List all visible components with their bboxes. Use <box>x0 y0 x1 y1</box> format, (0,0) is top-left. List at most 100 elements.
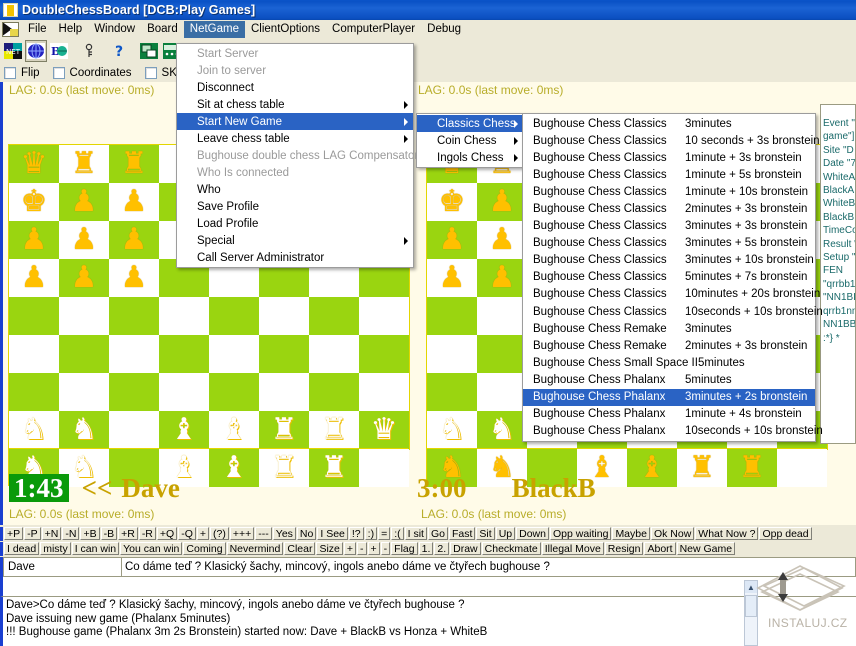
chess-piece[interactable]: ♟ <box>477 259 527 297</box>
quickchat-button[interactable]: Opp waiting <box>550 527 611 540</box>
quickchat-button[interactable]: Abort <box>644 542 675 555</box>
chess-piece[interactable]: ♟ <box>427 221 477 259</box>
quickchat-button[interactable]: Sit <box>476 527 494 540</box>
chess-piece[interactable]: ♞ <box>59 411 109 449</box>
quickchat-button[interactable]: I See <box>317 527 348 540</box>
quickchat-button[interactable]: Flag <box>391 542 417 555</box>
flip-checkbox[interactable] <box>4 67 16 79</box>
menu-item[interactable]: Bughouse Chess Classics3minutes + 3s bro… <box>523 218 815 235</box>
menu-item[interactable]: Disconnect <box>177 79 413 96</box>
menu-netgame[interactable]: NetGame <box>184 21 245 38</box>
tray-piece[interactable]: ♜ <box>677 449 727 487</box>
chat-sender-field[interactable]: Dave <box>3 557 121 577</box>
log-scrollbar[interactable]: ▲ <box>744 580 758 646</box>
menu-file[interactable]: File <box>22 21 53 38</box>
menu-item[interactable]: Bughouse Chess Classics10 seconds + 3s b… <box>523 132 815 149</box>
chess-piece[interactable]: ♟ <box>427 259 477 297</box>
board-square[interactable] <box>427 335 477 373</box>
chess-piece[interactable]: ♞ <box>9 411 59 449</box>
quickchat-button[interactable]: :) <box>365 527 377 540</box>
chess-piece[interactable]: ♜ <box>59 145 109 183</box>
menu-item[interactable]: Leave chess table <box>177 130 413 147</box>
chess-piece[interactable]: ♟ <box>59 183 109 221</box>
chess-piece[interactable]: ♟ <box>9 259 59 297</box>
menu-item[interactable]: Ingols Chess <box>417 149 523 166</box>
board-square[interactable] <box>477 297 527 335</box>
quickchat-button[interactable]: Size <box>316 542 342 555</box>
quickchat-button[interactable]: Illegal Move <box>542 542 604 555</box>
chess-piece[interactable]: ♚ <box>9 183 59 221</box>
tray-piece[interactable]: ♜ <box>727 449 777 487</box>
quickchat-button[interactable]: -Q <box>178 527 196 540</box>
scrollbar-thumb[interactable] <box>745 595 757 617</box>
quickchat-button[interactable]: +P <box>4 527 23 540</box>
quickchat-button[interactable]: + <box>368 542 380 555</box>
chess-piece[interactable]: ♜ <box>309 411 359 449</box>
menu-item[interactable]: Special <box>177 232 413 249</box>
menu-window[interactable]: Window <box>88 21 141 38</box>
quickchat-button[interactable]: Resign <box>605 542 644 555</box>
board-square[interactable] <box>259 335 309 373</box>
menu-item[interactable]: Bughouse Chess Classics1minute + 3s bron… <box>523 149 815 166</box>
menu-item[interactable]: Bughouse Chess Classics10seconds + 10s b… <box>523 303 815 320</box>
quickchat-button[interactable]: --- <box>255 527 272 540</box>
quickchat-button[interactable]: Up <box>496 527 515 540</box>
chat-message-input[interactable]: Co dáme teď ? Klasický šachy, mincový, i… <box>121 557 856 577</box>
quickchat-button[interactable]: -N <box>62 527 79 540</box>
menu-item[interactable]: Bughouse Chess Classics1minute + 10s bro… <box>523 183 815 200</box>
quickchat-button[interactable]: Nevermind <box>227 542 284 555</box>
board-square[interactable] <box>109 335 159 373</box>
game-log[interactable]: Dave>Co dáme teď ? Klasický šachy, minco… <box>0 596 856 646</box>
quickchat-button[interactable]: You can win <box>120 542 182 555</box>
menu-item[interactable]: Classics Chess <box>417 115 523 132</box>
menu-help[interactable]: Help <box>53 21 89 38</box>
menu-item[interactable]: Bughouse Chess Classics3minutes <box>523 115 815 132</box>
chess-piece[interactable]: ♟ <box>59 221 109 259</box>
menu-clientoptions[interactable]: ClientOptions <box>245 21 326 38</box>
menu-item[interactable]: Sit at chess table <box>177 96 413 113</box>
quickchat-button[interactable]: +N <box>42 527 62 540</box>
menu-item[interactable]: Start New Game <box>177 113 413 130</box>
quickchat-button[interactable]: Checkmate <box>482 542 541 555</box>
board-square[interactable] <box>9 373 59 411</box>
board-square[interactable] <box>477 373 527 411</box>
start-new-game-submenu[interactable]: Classics ChessCoin ChessIngols Chess <box>416 113 524 168</box>
quickchat-button[interactable]: + <box>344 542 356 555</box>
board-square[interactable] <box>9 297 59 335</box>
board-square[interactable] <box>59 373 109 411</box>
menu-item[interactable]: Bughouse Chess Remake3minutes <box>523 320 815 337</box>
quickchat-button[interactable]: 2. <box>434 542 449 555</box>
menu-item[interactable]: Bughouse Chess Remake2minutes + 3s brons… <box>523 337 815 354</box>
quickchat-button[interactable]: -R <box>139 527 156 540</box>
net-connect-icon[interactable]: NET <box>2 40 24 62</box>
tray-square[interactable] <box>359 449 409 487</box>
menu-item[interactable]: Bughouse Chess Small Space II5minutes <box>523 354 815 371</box>
menu-board[interactable]: Board <box>141 21 184 38</box>
quickchat-button[interactable]: Ok Now <box>651 527 694 540</box>
board-square[interactable] <box>309 373 359 411</box>
chess-piece[interactable]: ♟ <box>9 221 59 259</box>
quickchat-button[interactable]: Draw <box>450 542 481 555</box>
quickchat-button[interactable]: Clear <box>284 542 315 555</box>
quickchat-button[interactable]: - <box>357 542 367 555</box>
quickchat-button[interactable]: Coming <box>183 542 225 555</box>
menu-item[interactable]: Bughouse Chess Classics2minutes + 3s bro… <box>523 200 815 217</box>
netgame-dropdown-menu[interactable]: Start ServerJoin to serverDisconnectSit … <box>176 43 414 268</box>
quickchat-button[interactable]: -P <box>24 527 41 540</box>
menu-item[interactable]: Coin Chess <box>417 132 523 149</box>
board-square[interactable] <box>359 373 409 411</box>
board-square[interactable] <box>109 373 159 411</box>
menu-item[interactable]: Bughouse Chess Classics5minutes + 7s bro… <box>523 269 815 286</box>
scroll-up-icon[interactable]: ▲ <box>745 581 757 593</box>
board-square[interactable] <box>109 411 159 449</box>
menu-item[interactable]: Load Profile <box>177 215 413 232</box>
tray-square[interactable] <box>777 449 827 487</box>
tray-piece[interactable]: ♜ <box>309 449 359 487</box>
menu-item[interactable]: Bughouse Chess Phalanx3minutes + 2s bron… <box>523 389 815 406</box>
pgn-text-panel[interactable]: Event "game"]Site "DDate "7WhiteABlackAW… <box>820 104 856 444</box>
tray-piece[interactable]: ♝ <box>209 449 259 487</box>
quickchat-button[interactable]: (?) <box>210 527 229 540</box>
quickchat-button[interactable]: +B <box>80 527 99 540</box>
board-square[interactable] <box>477 335 527 373</box>
quickchat-button[interactable]: - <box>381 542 391 555</box>
